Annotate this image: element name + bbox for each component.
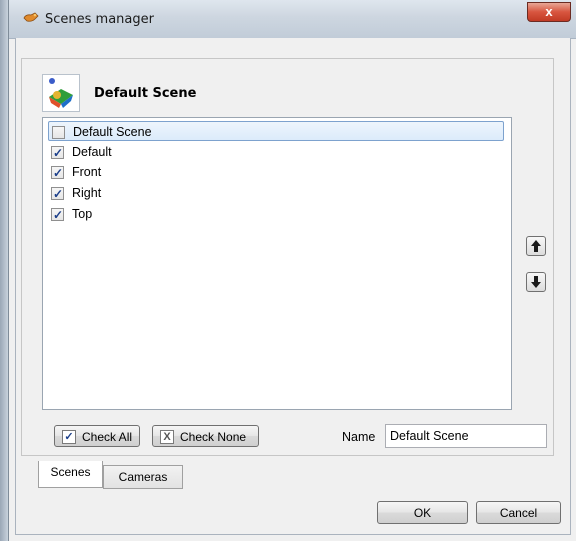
tab-scenes-label: Scenes — [50, 465, 91, 479]
window-title: Scenes manager — [45, 12, 154, 27]
tab-scenes[interactable]: Scenes — [38, 461, 103, 488]
tab-cameras-label: Cameras — [118, 470, 168, 484]
name-label: Name — [342, 430, 376, 444]
scene-3d-icon — [42, 74, 80, 112]
checkbox[interactable] — [51, 163, 64, 183]
checkbox[interactable] — [51, 143, 64, 163]
move-down-button[interactable] — [526, 272, 546, 292]
list-item[interactable]: Top — [48, 204, 504, 225]
cancel-button[interactable]: Cancel — [476, 501, 561, 524]
cancel-label: Cancel — [499, 506, 538, 520]
list-item[interactable]: Front — [48, 162, 504, 183]
close-button[interactable]: x — [527, 2, 571, 22]
unchecked-box-icon: X — [160, 430, 174, 444]
name-input[interactable] — [385, 424, 547, 448]
scene-title: Default Scene — [94, 86, 197, 101]
title-bar[interactable]: Scenes manager x — [9, 0, 576, 39]
up-arrow-icon — [531, 240, 541, 252]
background-window-edge — [0, 0, 8, 541]
ok-label: OK — [413, 506, 432, 520]
move-up-button[interactable] — [526, 236, 546, 256]
checkbox[interactable] — [52, 126, 65, 139]
list-item-label: Default Scene — [73, 125, 152, 139]
check-none-label: Check None — [180, 430, 247, 444]
scene-list[interactable]: Default Scene Default Front Right Top — [42, 117, 512, 410]
list-item[interactable]: Default — [48, 142, 504, 163]
list-item-label: Front — [72, 165, 102, 179]
puzzle-icon — [23, 12, 39, 22]
checkbox[interactable] — [51, 205, 64, 225]
checkbox[interactable] — [51, 184, 64, 204]
list-item[interactable]: Right — [48, 183, 504, 204]
check-all-label: Check All — [82, 430, 133, 444]
ok-button[interactable]: OK — [377, 501, 468, 524]
list-item-label: Right — [72, 186, 102, 200]
down-arrow-icon — [531, 276, 541, 288]
check-all-button[interactable]: ✓ Check All — [54, 425, 140, 447]
check-none-button[interactable]: X Check None — [152, 425, 259, 447]
tab-cameras[interactable]: Cameras — [103, 465, 183, 489]
list-item-label: Top — [72, 207, 93, 221]
list-item[interactable]: Default Scene — [48, 121, 504, 141]
checked-box-icon: ✓ — [62, 430, 76, 444]
list-item-label: Default — [72, 145, 112, 159]
